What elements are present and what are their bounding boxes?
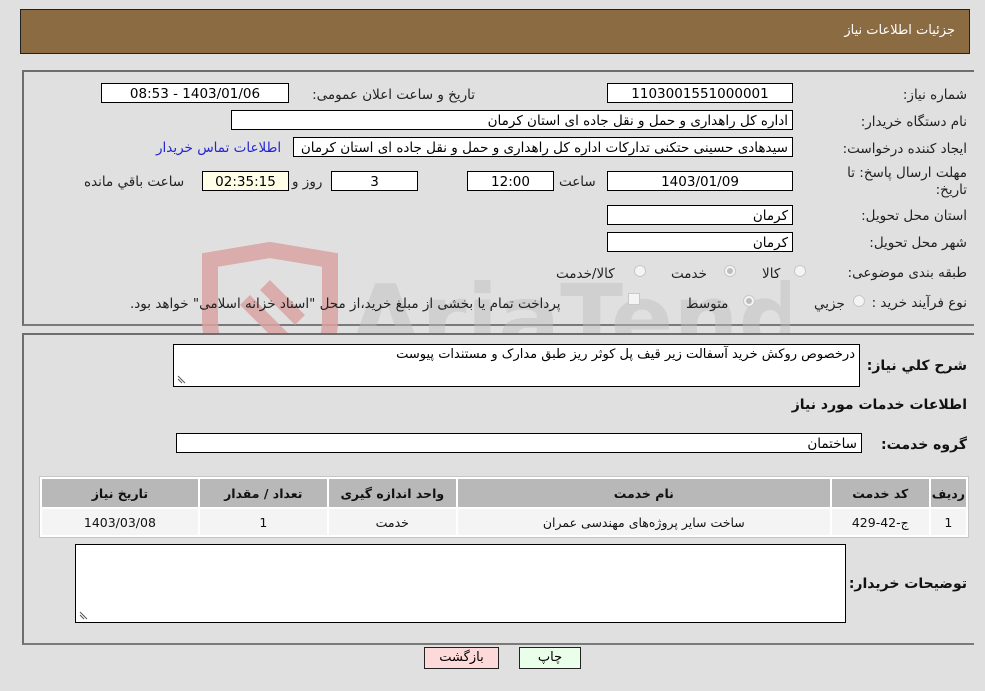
col-need-date: تاریخ نیاز: [42, 479, 198, 507]
cell-need-date: 1403/03/08: [42, 509, 198, 535]
service-group-field: ساختمان: [176, 433, 862, 453]
cell-row-number: 1: [930, 509, 966, 535]
purchase-type-radio-minor[interactable]: [853, 295, 865, 307]
resize-grip-icon[interactable]: [79, 611, 88, 620]
deadline-label: مهلت ارسال پاسخ: تا تاریخ:: [847, 165, 967, 198]
category-option-goods: کالا: [762, 266, 781, 282]
col-unit: واحد اندازه گیری: [328, 479, 456, 507]
category-option-goods-service: کالا/خدمت: [556, 266, 615, 282]
time-remaining-field: 02:35:15: [202, 171, 289, 191]
purchase-type-radio-medium[interactable]: [743, 295, 755, 307]
category-option-service: خدمت: [671, 266, 707, 282]
province-label: استان محل تحویل:: [861, 208, 967, 224]
services-table: ردیف کد خدمت نام خدمت واحد اندازه گیری ت…: [39, 476, 969, 538]
description-textarea[interactable]: درخصوص روکش خرید آسفالت زیر قیف پل کوثر …: [173, 344, 860, 387]
days-remaining-field: 3: [331, 171, 418, 191]
requester-label: ایجاد کننده درخواست:: [842, 141, 967, 157]
need-number-field: 1103001551000001: [607, 83, 793, 103]
category-radio-goods[interactable]: [794, 265, 806, 277]
purchase-type-option-medium: متوسط: [686, 296, 729, 312]
page-header: جزئیات اطلاعات نیاز: [20, 9, 970, 54]
buyer-notes-textarea[interactable]: [75, 544, 846, 623]
category-label: طبقه بندی موضوعی:: [847, 265, 967, 281]
col-service-name: نام خدمت: [457, 479, 830, 507]
buyer-notes-label: توضیحات خریدار:: [848, 576, 967, 592]
deadline-time-field: 12:00: [467, 171, 554, 191]
services-heading: اطلاعات خدمات مورد نیاز: [791, 397, 967, 413]
buyer-org-label: نام دستگاه خریدار:: [860, 114, 967, 130]
services-table-header: ردیف کد خدمت نام خدمت واحد اندازه گیری ت…: [42, 479, 966, 507]
deadline-time-label: ساعت: [559, 174, 596, 190]
buyer-org-field: اداره کل راهداری و حمل و نقل جاده ای است…: [231, 110, 793, 130]
category-radio-service[interactable]: [724, 265, 736, 277]
treasury-bonds-note: پرداخت تمام یا بخشی از مبلغ خرید،از محل …: [130, 296, 561, 312]
purchase-type-option-minor: جزيي: [814, 296, 845, 312]
province-field: کرمان: [607, 205, 793, 225]
cell-service-name: ساخت سایر پروژه‌های مهندسی عمران: [457, 509, 830, 535]
need-number-label: شماره نیاز:: [902, 87, 967, 103]
back-button[interactable]: بازگشت: [424, 647, 499, 669]
cell-quantity: 1: [199, 509, 327, 535]
category-radio-goods-service[interactable]: [634, 265, 646, 277]
print-button[interactable]: چاپ: [519, 647, 581, 669]
page-title: جزئیات اطلاعات نیاز: [844, 23, 955, 38]
service-group-label: گروه خدمت:: [881, 437, 967, 453]
col-service-code: کد خدمت: [831, 479, 929, 507]
city-field: کرمان: [607, 232, 793, 252]
treasury-bonds-checkbox[interactable]: [628, 293, 640, 305]
cell-unit: خدمت: [328, 509, 456, 535]
announce-datetime-label: تاریخ و ساعت اعلان عمومی:: [312, 87, 475, 103]
requester-field: سیدهادی حسینی حتکنی تدارکات اداره کل راه…: [293, 137, 793, 157]
description-text: درخصوص روکش خرید آسفالت زیر قیف پل کوثر …: [396, 347, 855, 362]
days-label: روز و: [292, 174, 323, 190]
cell-service-code: ج-42-429: [831, 509, 929, 535]
city-label: شهر محل تحویل:: [869, 235, 967, 251]
table-row: 1 ج-42-429 ساخت سایر پروژه‌های مهندسی عم…: [42, 509, 966, 535]
announce-datetime-field: 1403/01/06 - 08:53: [101, 83, 289, 103]
buyer-contact-link[interactable]: اطلاعات تماس خریدار: [156, 140, 281, 156]
col-quantity: تعداد / مقدار: [199, 479, 327, 507]
description-label: شرح کلي نياز:: [866, 358, 967, 374]
col-row-number: ردیف: [930, 479, 966, 507]
time-remaining-label: ساعت باقي مانده: [84, 174, 185, 190]
resize-grip-icon[interactable]: [177, 375, 186, 384]
deadline-date-field: 1403/01/09: [607, 171, 793, 191]
purchase-type-label: نوع فرآیند خرید :: [871, 295, 967, 311]
